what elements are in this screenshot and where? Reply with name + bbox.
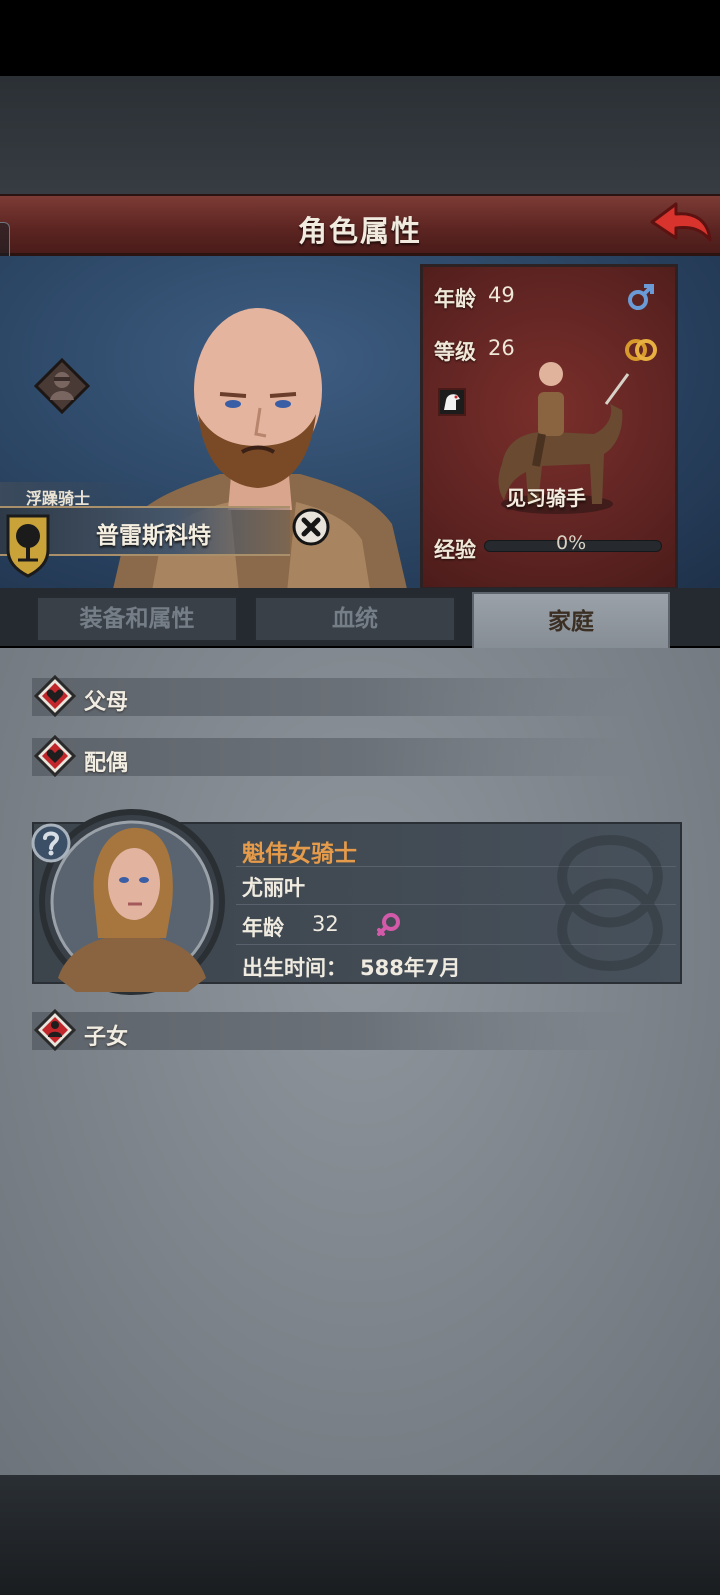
male-icon <box>628 284 654 310</box>
rank-title: 见习骑手 <box>506 486 586 510</box>
house-tree-shield-icon[interactable] <box>6 512 50 578</box>
heart-icon <box>34 735 76 777</box>
female-icon <box>377 913 400 936</box>
spouse-birth-value: 588年7月 <box>360 956 461 980</box>
hero-portrait <box>110 308 410 602</box>
spouse-label: 配偶 <box>84 751 129 776</box>
top-spacer <box>0 76 720 194</box>
tab-family[interactable]: 家庭 <box>472 592 670 650</box>
parents-label: 父母 <box>84 690 129 715</box>
title-bar: 角色属性 <box>0 194 720 256</box>
spouse-birth-label: 出生时间： <box>242 956 347 980</box>
exp-label: 经验 <box>434 538 476 562</box>
horse-badge-icon <box>438 388 466 416</box>
spouse-name: 尤丽叶 <box>242 876 305 900</box>
celtic-knot-ornament <box>557 834 663 972</box>
exp-value: 0% <box>556 532 587 554</box>
bottom-spacer <box>0 1475 720 1595</box>
spouse-title: 魁伟女骑士 <box>242 841 357 867</box>
help-icon[interactable] <box>30 822 72 864</box>
level-label: 等级 <box>434 340 476 364</box>
hero-name: 普雷斯科特 <box>96 523 211 549</box>
spouse-age-value: 32 <box>312 912 339 936</box>
age-label: 年龄 <box>434 287 476 311</box>
child-icon <box>34 1009 76 1051</box>
children-label: 子女 <box>84 1025 129 1050</box>
close-icon[interactable] <box>292 508 330 546</box>
back-arrow-icon[interactable] <box>646 198 714 252</box>
tab-bloodline[interactable]: 血统 <box>254 596 456 642</box>
hero-subtitle-strip: 浮躁骑士 <box>0 482 150 508</box>
tab-equipment-attributes[interactable]: 装备和属性 <box>36 596 238 642</box>
knight-helmet-icon[interactable] <box>34 358 90 414</box>
age-value: 49 <box>488 283 515 307</box>
page-title: 角色属性 <box>297 214 422 248</box>
status-bar-area <box>0 0 720 76</box>
heart-icon <box>34 675 76 717</box>
spouse-age-label: 年龄 <box>242 916 284 940</box>
